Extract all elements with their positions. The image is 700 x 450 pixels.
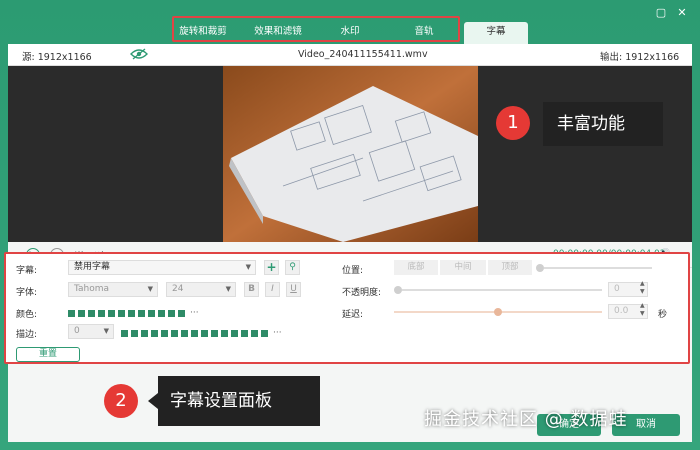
subtitle-settings-panel: 字幕: 禁用字幕 ▼ + ⚲ 字体: Tahoma ▼ 24 ▼ B I U 颜…	[4, 252, 690, 364]
font-select[interactable]: Tahoma ▼	[68, 282, 158, 297]
outline-select[interactable]: 0 ▼	[68, 324, 114, 339]
annotation-callout-1: 丰富功能	[543, 102, 663, 146]
opacity-slider-handle[interactable]	[394, 286, 402, 294]
spin-arrows-icon[interactable]: ▲ ▼	[640, 302, 645, 318]
video-frame	[223, 66, 478, 242]
add-subtitle-icon[interactable]: +	[264, 260, 279, 275]
editor-panel: 源: 1912x1166 Video_240411155411.wmv 输出: …	[8, 44, 692, 442]
font-label: 字体:	[16, 288, 38, 298]
callout-pointer	[148, 393, 158, 409]
opacity-label: 不透明度:	[342, 288, 382, 298]
spin-arrows-icon[interactable]: ▲ ▼	[640, 280, 645, 296]
position-slider-handle[interactable]	[536, 264, 544, 272]
annotation-callout-2: 字幕设置面板	[158, 376, 320, 426]
annotation-badge-1: 1	[496, 106, 530, 140]
eye-icon[interactable]	[130, 48, 148, 63]
color-swatches[interactable]: ···	[68, 308, 199, 318]
font-size-select[interactable]: 24 ▼	[166, 282, 236, 297]
video-preview: 1 丰富功能	[8, 66, 692, 242]
font-select-value: Tahoma	[74, 284, 110, 294]
font-size-value: 24	[172, 284, 184, 294]
file-name: Video_240411155411.wmv	[298, 49, 428, 60]
italic-button[interactable]: I	[265, 282, 280, 297]
outline-swatches[interactable]: ···	[121, 328, 282, 338]
info-bar: 源: 1912x1166 Video_240411155411.wmv 输出: …	[8, 44, 692, 66]
feature-tabs-highlight	[172, 16, 460, 42]
underline-button[interactable]: U	[286, 282, 301, 297]
search-icon[interactable]: ⚲	[285, 260, 300, 275]
chevron-down-icon: ▼	[245, 263, 251, 271]
position-label: 位置:	[342, 266, 364, 276]
more-icon[interactable]: ···	[190, 308, 199, 318]
outline-select-value: 0	[74, 326, 80, 336]
subtitle-select-value: 禁用字幕	[74, 262, 111, 272]
position-slider-track[interactable]	[544, 267, 652, 269]
subtitle-select[interactable]: 禁用字幕 ▼	[68, 260, 256, 275]
position-top-button[interactable]: 顶部	[488, 260, 532, 275]
more-icon[interactable]: ···	[273, 328, 282, 338]
opacity-slider-track[interactable]	[402, 289, 602, 291]
tab-subtitle[interactable]: 字幕	[464, 22, 528, 44]
close-icon[interactable]: ✕	[676, 7, 688, 19]
watermark-text: 掘金技术社区 @ 数据蛙	[424, 409, 628, 430]
annotation-badge-2: 2	[104, 384, 138, 418]
subtitle-label: 字幕:	[16, 266, 38, 276]
output-resolution: 输出: 1912x1166	[600, 52, 680, 63]
chevron-down-icon: ▼	[147, 285, 153, 293]
source-resolution: 源: 1912x1166	[22, 52, 92, 63]
color-label: 颜色:	[16, 310, 38, 320]
reset-button[interactable]: 重置	[16, 347, 80, 362]
delay-unit: 秒	[658, 310, 668, 320]
bold-button[interactable]: B	[244, 282, 259, 297]
outline-label: 描边:	[16, 330, 38, 340]
maximize-icon[interactable]: ▢	[655, 7, 667, 19]
delay-slider-handle[interactable]	[494, 308, 502, 316]
video-editor-window: ▢ ✕ 旋转和裁剪 效果和滤镜 水印 音轨 字幕 源: 1912x1166 Vi…	[0, 0, 700, 450]
delay-label: 延迟:	[342, 310, 364, 320]
position-bottom-button[interactable]: 底部	[394, 260, 438, 275]
position-middle-button[interactable]: 中间	[440, 260, 486, 275]
chevron-down-icon: ▼	[225, 285, 231, 293]
chevron-down-icon: ▼	[103, 327, 109, 335]
